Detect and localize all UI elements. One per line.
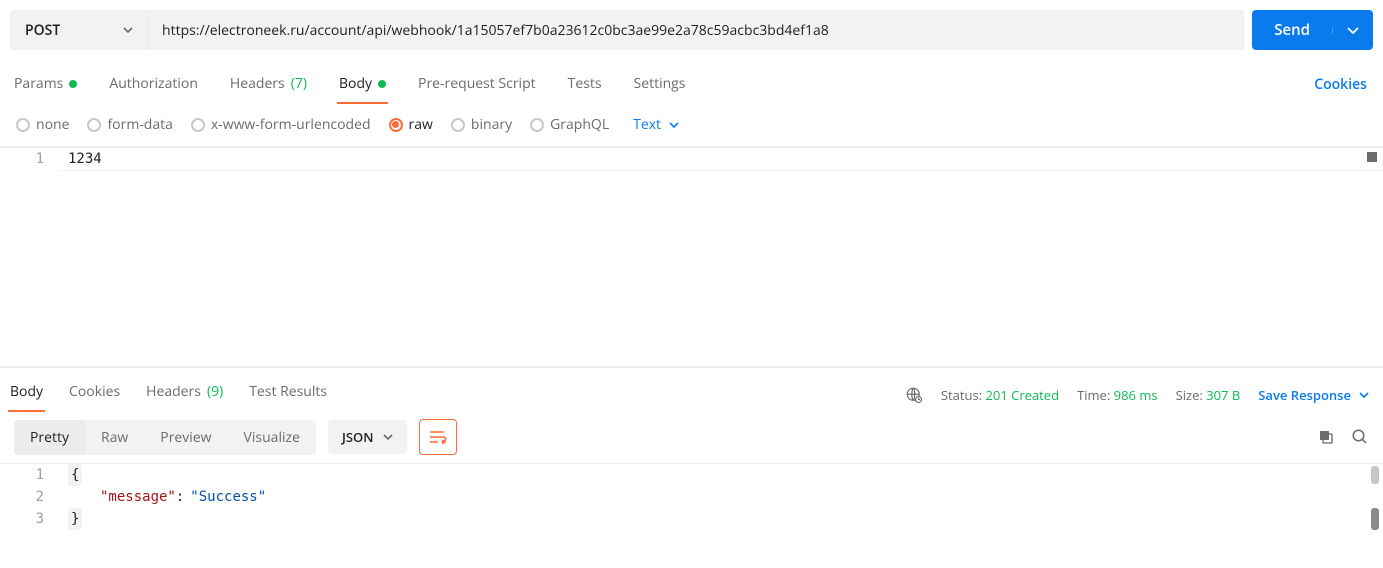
body-type-binary[interactable]: binary [451, 115, 512, 134]
body-type-none[interactable]: none [16, 115, 69, 134]
editor-line: } [60, 508, 1383, 530]
editor-marker-icon [1367, 152, 1377, 162]
body-subtype-select[interactable]: Text [633, 115, 679, 134]
response-size: 307 B [1206, 386, 1240, 404]
request-body-editor[interactable]: 1 1234 [0, 147, 1383, 367]
tab-tests[interactable]: Tests [566, 66, 604, 103]
status-dot-icon [69, 80, 77, 88]
tab-pre-request-script[interactable]: Pre-request Script [416, 66, 538, 103]
url-text: https://electroneek.ru/account/api/webho… [162, 21, 829, 40]
scrollbar[interactable] [1371, 508, 1379, 530]
response-meta: Status: 201 Created Time: 986 ms Size: 3… [905, 386, 1369, 404]
tab-params[interactable]: Params [12, 66, 79, 103]
body-type-x-www-form-urlencoded[interactable]: x-www-form-urlencoded [191, 115, 371, 134]
http-method-select[interactable]: POST [10, 10, 148, 50]
radio-icon [191, 118, 205, 132]
editor-line: { [60, 464, 1383, 486]
send-button[interactable]: Send [1252, 10, 1373, 50]
view-pretty[interactable]: Pretty [14, 420, 85, 455]
radio-icon [16, 118, 30, 132]
response-tabs: Body Cookies Headers (9) Test Results [8, 378, 329, 411]
globe-icon[interactable] [905, 386, 923, 404]
status-dot-icon [378, 80, 386, 88]
http-method-label: POST [25, 21, 60, 40]
chevron-down-icon [669, 122, 679, 128]
send-split-button[interactable] [1332, 27, 1373, 34]
radio-icon [530, 118, 544, 132]
chevron-down-icon [123, 27, 133, 33]
view-preview[interactable]: Preview [144, 420, 227, 455]
cookies-link[interactable]: Cookies [1310, 67, 1371, 102]
send-button-label: Send [1252, 20, 1332, 40]
line-number: 1 [0, 148, 60, 171]
scrollbar[interactable] [1371, 466, 1379, 484]
url-input[interactable]: https://electroneek.ru/account/api/webho… [148, 10, 1244, 50]
tab-headers[interactable]: Headers (7) [228, 66, 309, 103]
view-visualize[interactable]: Visualize [228, 420, 316, 455]
response-tab-body[interactable]: Body [8, 378, 45, 411]
response-tab-cookies[interactable]: Cookies [67, 378, 122, 411]
tab-settings[interactable]: Settings [632, 66, 688, 103]
line-number: 2 [0, 486, 60, 508]
body-type-row: none form-data x-www-form-urlencoded raw… [0, 103, 1383, 147]
wrap-lines-button[interactable] [419, 419, 457, 455]
tab-body[interactable]: Body [337, 66, 388, 103]
response-view-tabs: Pretty Raw Preview Visualize [14, 420, 316, 455]
response-tab-test-results[interactable]: Test Results [247, 378, 329, 411]
radio-icon [389, 118, 403, 132]
line-number: 3 [0, 508, 60, 530]
tab-authorization[interactable]: Authorization [107, 66, 200, 103]
request-tabs: Params Authorization Headers (7) Body Pr… [12, 66, 687, 103]
radio-icon [87, 118, 101, 132]
radio-icon [451, 118, 465, 132]
copy-icon[interactable] [1317, 428, 1335, 446]
response-body-editor[interactable]: 1 { 2 "message" : "Success" 3 } [0, 463, 1383, 530]
view-raw[interactable]: Raw [85, 420, 144, 455]
editor-line: 1234 [60, 148, 1383, 171]
response-time: 986 ms [1114, 386, 1158, 404]
response-format-select[interactable]: JSON [328, 420, 407, 454]
body-type-graphql[interactable]: GraphQL [530, 115, 609, 134]
response-status: 201 Created [985, 386, 1059, 404]
line-number: 1 [0, 464, 60, 486]
body-type-raw[interactable]: raw [389, 115, 433, 134]
editor-line: "message" : "Success" [60, 486, 1383, 508]
search-icon[interactable] [1351, 428, 1369, 446]
response-tab-headers[interactable]: Headers (9) [144, 378, 225, 411]
body-type-form-data[interactable]: form-data [87, 115, 172, 134]
save-response-button[interactable]: Save Response [1258, 386, 1369, 404]
